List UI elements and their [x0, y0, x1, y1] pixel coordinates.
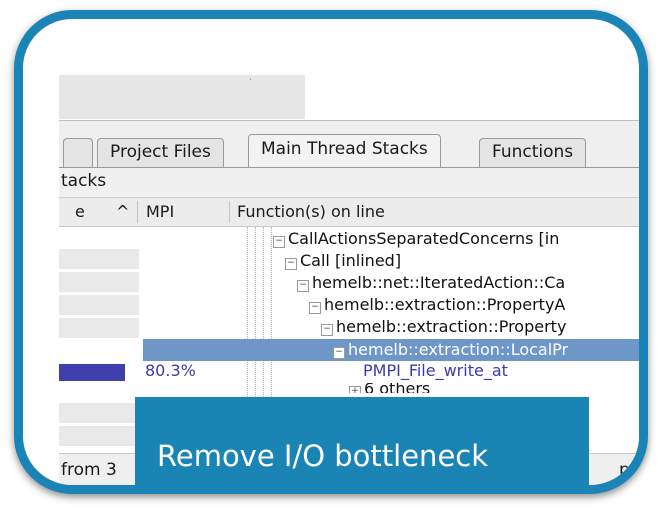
- callout-frame: · Project Files Main Thread Stacks Funct…: [14, 10, 648, 494]
- tree-item-label: hemelb::extraction::PropertyA: [324, 295, 566, 314]
- tree-item[interactable]: − CallActionsSeparatedConcerns [in: [273, 229, 559, 248]
- row-bg: [59, 403, 139, 423]
- column-separator: [137, 201, 138, 223]
- tree-item-label: hemelb::extraction::LocalPr: [348, 340, 569, 359]
- section-title: tacks: [61, 171, 107, 191]
- tree-collapse-icon[interactable]: −: [297, 280, 309, 292]
- function-name[interactable]: PMPI_File_write_at: [363, 361, 508, 380]
- hot-row[interactable]: 80.3% PMPI_File_write_at: [59, 361, 639, 383]
- tree-item-partial[interactable]: +6 others: [349, 383, 430, 393]
- screenshot-content: · Project Files Main Thread Stacks Funct…: [23, 19, 639, 485]
- column-partial[interactable]: e: [75, 202, 85, 221]
- callout-banner: Remove I/O bottleneck: [135, 397, 589, 485]
- tree-collapse-icon[interactable]: −: [285, 258, 297, 270]
- tree-item[interactable]: − hemelb::extraction::PropertyA: [309, 295, 565, 314]
- tab-main-thread-stacks[interactable]: Main Thread Stacks: [248, 134, 441, 168]
- row-bg: [59, 295, 139, 315]
- mpi-value: 80.3%: [145, 361, 196, 380]
- footer-right-text: p: [619, 460, 630, 480]
- tree-collapse-icon[interactable]: −: [333, 347, 345, 359]
- column-functions[interactable]: Function(s) on line: [237, 202, 385, 221]
- tab-partial[interactable]: [63, 138, 93, 167]
- tab-divider: [59, 167, 639, 168]
- tree-item-label: hemelb::net::IteratedAction::Ca: [312, 273, 566, 292]
- row-bg: [59, 426, 139, 446]
- toolbar-strip: ·: [59, 75, 305, 119]
- mpi-bar: [59, 364, 125, 381]
- tree-item[interactable]: − Call [inlined]: [285, 251, 401, 270]
- column-mpi[interactable]: MPI: [146, 202, 174, 221]
- tree-item[interactable]: − hemelb::extraction::Property: [321, 317, 566, 336]
- tree-item-label: hemelb::extraction::Property: [336, 317, 567, 336]
- sort-ascending-icon[interactable]: ^: [116, 202, 129, 221]
- tree-expand-icon[interactable]: +: [349, 386, 361, 393]
- callout-text: Remove I/O bottleneck: [157, 439, 489, 473]
- row-bg: [59, 249, 139, 269]
- footer-left-text: from 3: [61, 460, 117, 480]
- tree-item-label: Call [inlined]: [300, 251, 402, 270]
- row-bg: [59, 318, 139, 338]
- tab-functions[interactable]: Functions: [479, 138, 587, 167]
- tree-item-selected[interactable]: − hemelb::extraction::LocalPr: [333, 340, 568, 359]
- tree-item-label: CallActionsSeparatedConcerns [in: [288, 229, 560, 248]
- tree-item[interactable]: − hemelb::net::IteratedAction::Ca: [297, 273, 565, 292]
- tree-collapse-icon[interactable]: −: [273, 236, 285, 248]
- section-header: tacks: [59, 169, 639, 198]
- column-header: e ^ MPI Function(s) on line: [59, 198, 639, 227]
- tab-project-files[interactable]: Project Files: [97, 138, 224, 167]
- bar-gap: [125, 364, 129, 381]
- tree-item-label: 6 others: [364, 383, 431, 393]
- column-separator: [229, 201, 230, 223]
- tree-collapse-icon[interactable]: −: [309, 302, 321, 314]
- tree-collapse-icon[interactable]: −: [321, 324, 333, 336]
- toolbar-fragment: ·: [249, 75, 253, 86]
- row-bg: [59, 272, 139, 292]
